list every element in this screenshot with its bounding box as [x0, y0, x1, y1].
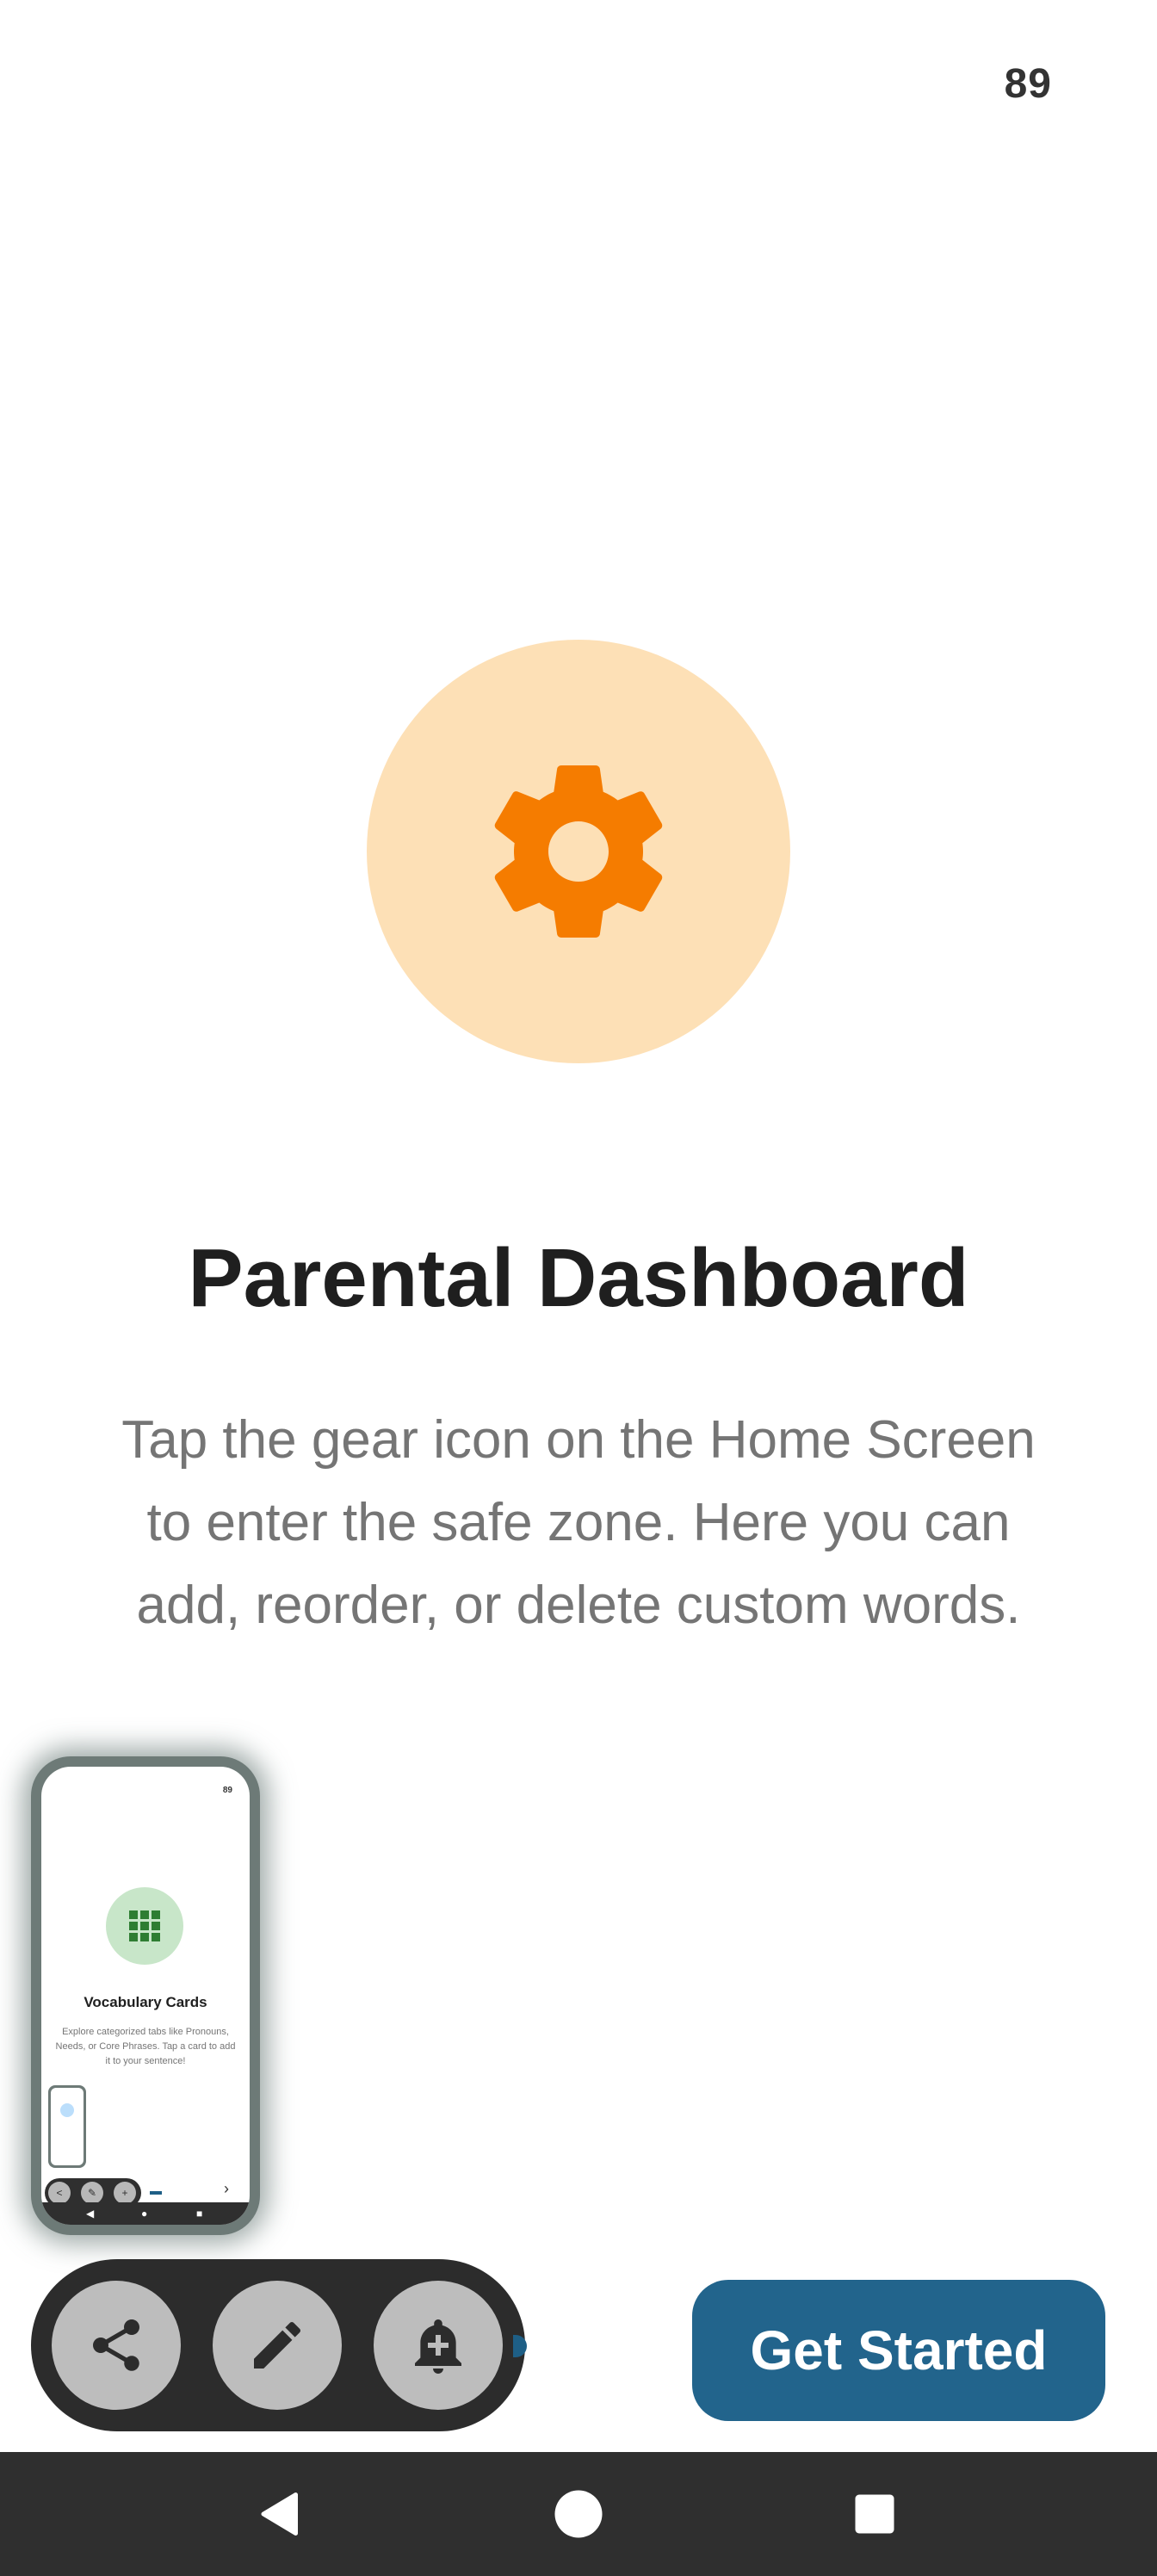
gear-icon — [494, 765, 663, 938]
thumbnail-title: Vocabulary Cards — [84, 1994, 207, 2010]
page-title: Parental Dashboard — [188, 1232, 969, 1324]
share-icon — [93, 2319, 139, 2371]
back-button[interactable] — [250, 2483, 312, 2545]
thumbnail-screen: 89 Vocabulary Cards Explore categorized … — [41, 1767, 250, 2225]
edit-button[interactable] — [213, 2281, 342, 2410]
status-time: 89 — [1004, 61, 1052, 107]
recent-app-thumbnail[interactable]: 89 Vocabulary Cards Explore categorized … — [31, 1756, 260, 2235]
page-description: Tap the gear icon on the Home Screen to … — [121, 1410, 1036, 1635]
thumbnail-nested-preview — [48, 2085, 86, 2168]
thumbnail-page-indicator — [150, 2191, 162, 2195]
chevron-right-icon: › — [224, 2180, 229, 2197]
home-icon — [554, 2490, 603, 2538]
get-started-button[interactable]: Get Started — [692, 2280, 1105, 2421]
system-nav-bar — [0, 2452, 1157, 2576]
add-alert-icon — [415, 2319, 461, 2374]
thumbnail-description: Explore categorized tabs like Pronouns, … — [55, 2027, 236, 2066]
share-button[interactable] — [52, 2281, 181, 2410]
thumbnail-time: 89 — [222, 1786, 232, 1795]
thumbnail-icon-circle — [106, 1887, 183, 1965]
back-icon — [261, 2492, 298, 2536]
onboarding-screen: 89 Parental Dashboard Tap the gear icon … — [0, 0, 1157, 2576]
home-button[interactable] — [548, 2483, 609, 2545]
grid-icon — [129, 1910, 160, 1941]
thumbnail-nav-bar: ◀ ● ■ — [41, 2202, 250, 2225]
recents-button[interactable] — [844, 2483, 906, 2545]
recents-icon — [855, 2494, 894, 2534]
hero-icon-circle — [367, 640, 790, 1063]
add-alert-button[interactable] — [374, 2281, 503, 2410]
floating-action-pill — [31, 2259, 525, 2431]
pencil-icon — [254, 2321, 301, 2369]
